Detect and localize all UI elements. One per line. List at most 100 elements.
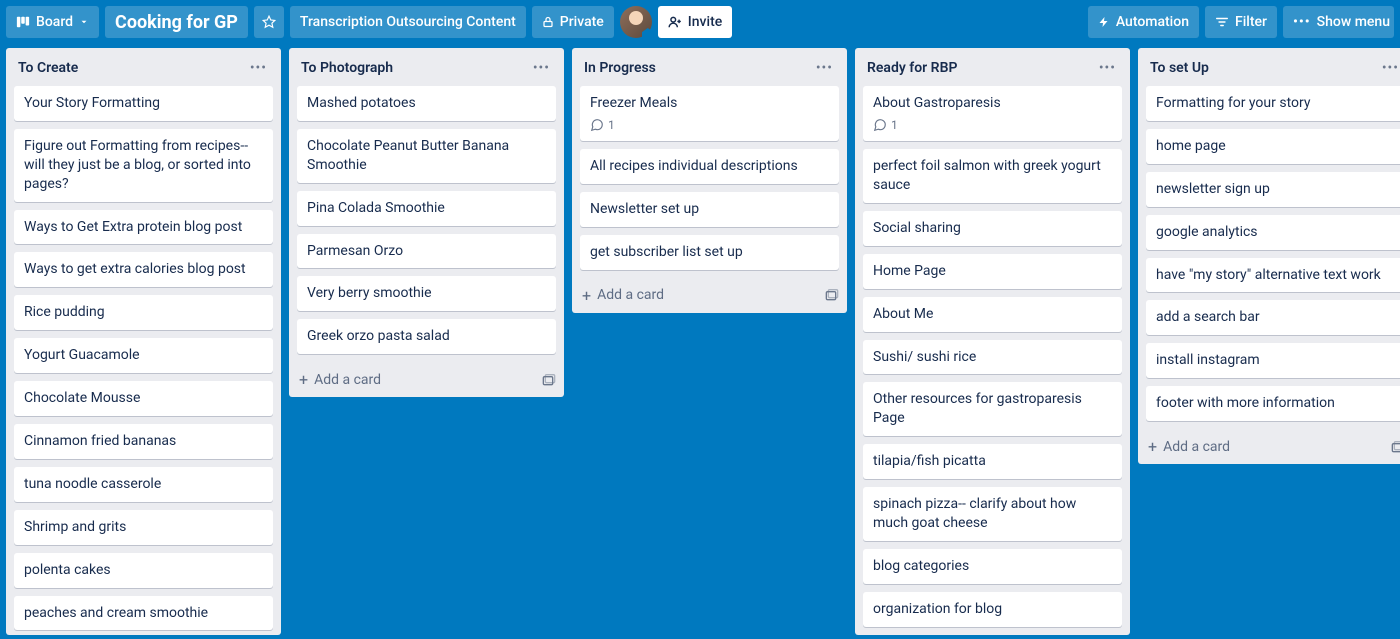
member-avatar[interactable] [620,6,652,38]
list-title[interactable]: To Photograph [301,60,527,76]
card[interactable]: organization for blog [863,592,1122,627]
card[interactable]: Freezer Meals1 [580,86,839,141]
plus-icon: + [299,370,308,389]
card-title: About Me [873,305,1112,324]
card[interactable]: tilapia/fish picatta [863,444,1122,479]
card[interactable]: Sushi/ sushi rice [863,340,1122,375]
card[interactable]: home page [1146,129,1400,164]
add-card-label: Add a card [1163,439,1230,455]
board-header: Board Cooking for GP Transcription Outso… [0,0,1400,44]
list-title[interactable]: Ready for RBP [867,60,1093,76]
card-title: Rice pudding [24,303,263,322]
card[interactable]: Greek orzo pasta salad [297,319,556,354]
list-title[interactable]: In Progress [584,60,810,76]
comment-count: 1 [608,117,615,133]
invite-button[interactable]: Invite [658,6,732,38]
card[interactable]: Pina Colada Smoothie [297,191,556,226]
card[interactable]: Newsletter set up [580,192,839,227]
list-title[interactable]: To set Up [1150,60,1376,76]
star-button[interactable] [254,6,284,38]
card[interactable]: About Me [863,297,1122,332]
card-list: About Gastroparesis1 perfect foil salmon … [855,86,1130,635]
card[interactable]: install instagram [1146,343,1400,378]
card-list: Freezer Meals1 All recipes individual des… [572,86,847,278]
card-title: tuna noodle casserole [24,475,263,494]
card[interactable]: perfect foil salmon with greek yogurt sa… [863,149,1122,203]
chevron-down-icon [79,17,89,27]
card[interactable]: Other resources for gastroparesis Page [863,382,1122,436]
card[interactable]: Parmesan Orzo [297,234,556,269]
list: To Photograph••• Mashed potatoes Chocolate… [289,48,564,397]
add-card-button[interactable]: + Add a card [1138,429,1400,464]
card-title: organization for blog [873,600,1112,619]
card-title: Chocolate Mousse [24,389,263,408]
card-title: home page [1156,137,1395,156]
show-menu-button[interactable]: ••• Show menu [1283,6,1394,38]
card[interactable]: All recipes individual descriptions [580,149,839,184]
card-title: get subscriber list set up [590,243,829,262]
board-view-switcher[interactable]: Board [6,6,99,38]
board-name-label: Cooking for GP [115,12,238,33]
card[interactable]: Ways to get extra calories blog post [14,252,273,287]
card[interactable]: add a search bar [1146,300,1400,335]
lock-icon [542,16,554,28]
add-card-button[interactable]: +Add a card [289,362,564,397]
card[interactable]: Ways to Get Extra protein blog post [14,210,273,245]
ellipsis-icon: ••• [1382,60,1399,76]
card-title: add a search bar [1156,308,1395,327]
card[interactable]: Figure out Formatting from recipes-- wil… [14,129,273,202]
visibility-button[interactable]: Private [532,6,614,38]
automation-button[interactable]: Automation [1088,6,1199,38]
card[interactable]: Shrimp and grits [14,510,273,545]
card[interactable]: Rice pudding [14,295,273,330]
card-title: spinach pizza-- clarify about how much g… [873,495,1112,533]
list-menu-button[interactable]: ••• [1093,58,1122,78]
card[interactable]: Yogurt Guacamole [14,338,273,373]
card-title: Other resources for gastroparesis Page [873,390,1112,428]
card[interactable]: blog categories [863,549,1122,584]
card[interactable]: peaches and cream smoothie [14,596,273,631]
list-menu-button[interactable]: ••• [527,58,556,78]
card[interactable]: have "my story" alternative text work [1146,258,1400,293]
list: To Create ••• Your Story Formatting Figure … [6,48,281,635]
board-name-button[interactable]: Cooking for GP [105,6,248,38]
ellipsis-icon: ••• [816,60,833,76]
card-template-button[interactable] [540,372,556,388]
card[interactable]: footer with more information [1146,386,1400,421]
card-title: Chocolate Peanut Butter Banana Smoothie [307,137,546,175]
card-title: Mashed potatoes [307,94,546,113]
card-list: Your Story Formatting Figure out Formatti… [6,86,281,635]
card[interactable]: Chocolate Peanut Butter Banana Smoothie [297,129,556,183]
comment-icon [873,118,887,132]
card[interactable]: polenta cakes [14,553,273,588]
card-template-button[interactable] [1389,439,1400,455]
card[interactable]: newsletter sign up [1146,172,1400,207]
list-title[interactable]: To Create [18,60,244,76]
ellipsis-icon: ••• [250,60,267,76]
card-template-button[interactable] [823,287,839,303]
card[interactable]: tuna noodle casserole [14,467,273,502]
card[interactable]: Social sharing [863,211,1122,246]
card[interactable]: google analytics [1146,215,1400,250]
card[interactable]: get subscriber list set up [580,235,839,270]
card-title: Greek orzo pasta salad [307,327,546,346]
add-user-icon [668,15,682,29]
workspace-button[interactable]: Transcription Outsourcing Content [290,6,526,38]
add-card-button[interactable]: +Add a card [572,278,847,313]
card-title: Ways to Get Extra protein blog post [24,218,263,237]
card[interactable]: Formatting for your story [1146,86,1400,121]
card-title: Very berry smoothie [307,284,546,303]
list-menu-button[interactable]: ••• [1376,58,1400,78]
card[interactable]: Chocolate Mousse [14,381,273,416]
card[interactable]: Your Story Formatting [14,86,273,121]
card[interactable]: Mashed potatoes [297,86,556,121]
card[interactable]: Cinnamon fried bananas [14,424,273,459]
list-menu-button[interactable]: ••• [244,58,273,78]
card[interactable]: Home Page [863,254,1122,289]
plus-icon: + [1148,437,1157,456]
card[interactable]: About Gastroparesis1 [863,86,1122,141]
card[interactable]: Very berry smoothie [297,276,556,311]
filter-button[interactable]: Filter [1205,6,1277,38]
list-menu-button[interactable]: ••• [810,58,839,78]
card[interactable]: spinach pizza-- clarify about how much g… [863,487,1122,541]
